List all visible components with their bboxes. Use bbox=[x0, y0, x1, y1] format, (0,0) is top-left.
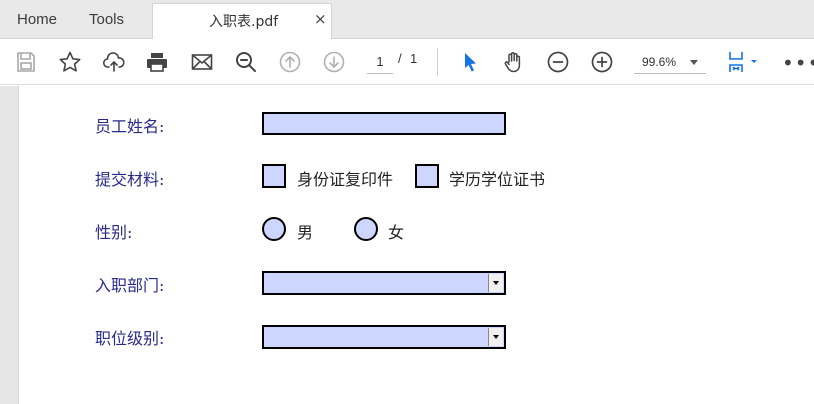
tab-bar: Home Tools 入职表.pdf × bbox=[0, 0, 814, 40]
toolbar: 1 / 1 99.6% ••• bbox=[0, 39, 814, 85]
mail-icon[interactable] bbox=[188, 48, 216, 76]
close-icon[interactable]: × bbox=[314, 10, 327, 28]
page-up-icon[interactable] bbox=[276, 48, 304, 76]
zoom-in-icon[interactable] bbox=[588, 48, 616, 76]
hand-icon[interactable] bbox=[499, 48, 527, 76]
tab-home[interactable]: Home bbox=[17, 0, 57, 39]
more-icon[interactable]: ••• bbox=[782, 51, 814, 75]
print-icon[interactable] bbox=[143, 48, 171, 76]
chevron-down-icon[interactable] bbox=[488, 328, 503, 346]
page-down-icon[interactable] bbox=[320, 48, 348, 76]
page-number-input[interactable]: 1 bbox=[367, 50, 393, 74]
radio-male[interactable] bbox=[262, 217, 286, 241]
checkbox-degree-cert[interactable] bbox=[415, 164, 439, 188]
save-icon[interactable] bbox=[12, 48, 40, 76]
fit-page-icon[interactable] bbox=[724, 48, 762, 76]
materials-label: 提交材料: bbox=[95, 170, 165, 189]
level-label: 职位级别: bbox=[95, 329, 165, 348]
gender-label: 性别: bbox=[95, 223, 133, 242]
name-label: 员工姓名: bbox=[95, 117, 165, 136]
tab-document-label: 入职表.pdf bbox=[209, 14, 279, 30]
chevron-down-icon bbox=[690, 60, 698, 65]
radio-female[interactable] bbox=[354, 217, 378, 241]
radio-male-label: 男 bbox=[297, 223, 314, 242]
toolbar-divider bbox=[437, 48, 438, 76]
chevron-down-icon[interactable] bbox=[488, 274, 503, 292]
zoom-value: 99.6% bbox=[642, 55, 677, 69]
zoom-search-icon[interactable] bbox=[232, 48, 260, 76]
pdf-page: 员工姓名: 提交材料: 身份证复印件 学历学位证书 性别: 男 女 入职部门: … bbox=[20, 86, 814, 404]
tab-document[interactable]: 入职表.pdf × bbox=[152, 3, 332, 40]
checkbox-id-copy[interactable] bbox=[262, 164, 286, 188]
select-pointer-icon[interactable] bbox=[456, 48, 484, 76]
star-icon[interactable] bbox=[56, 48, 84, 76]
page-separator: / bbox=[398, 51, 402, 66]
zoom-select[interactable]: 99.6% bbox=[634, 50, 706, 74]
page-total: 1 bbox=[410, 51, 418, 66]
checkbox-degree-cert-label: 学历学位证书 bbox=[449, 170, 546, 189]
left-nav-pane bbox=[0, 86, 19, 404]
name-input[interactable] bbox=[262, 112, 506, 135]
radio-female-label: 女 bbox=[388, 223, 405, 242]
checkbox-id-copy-label: 身份证复印件 bbox=[297, 170, 394, 189]
zoom-out-icon[interactable] bbox=[544, 48, 572, 76]
upload-cloud-icon[interactable] bbox=[100, 48, 128, 76]
department-select[interactable] bbox=[262, 271, 506, 295]
tab-tools[interactable]: Tools bbox=[89, 0, 124, 39]
level-select[interactable] bbox=[262, 325, 506, 349]
department-label: 入职部门: bbox=[95, 276, 165, 295]
